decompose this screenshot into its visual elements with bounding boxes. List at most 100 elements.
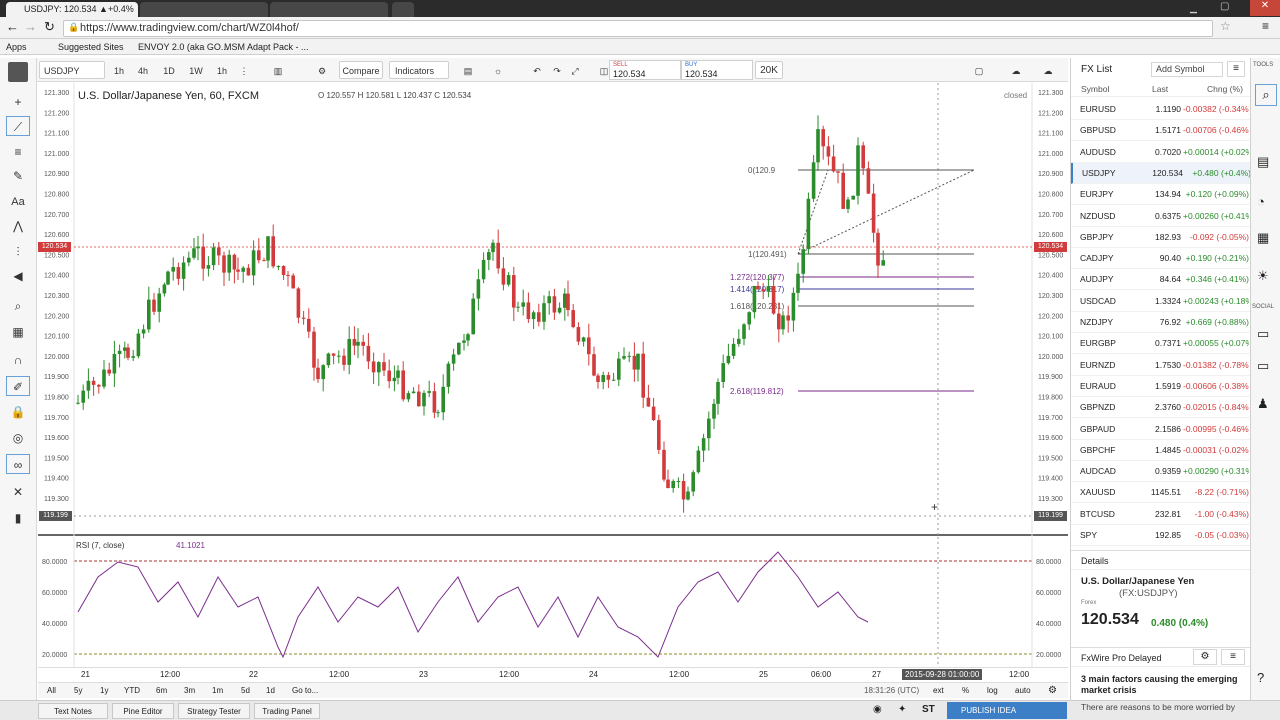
url-input[interactable]: https://www.tradingview.com/chart/WZ0l4h… <box>63 20 1213 37</box>
news-menu-icon[interactable]: ≡ <box>1221 649 1245 665</box>
percent-toggle[interactable]: % <box>962 686 969 695</box>
cloud-load-icon[interactable]: ☁ <box>1037 61 1059 79</box>
list-menu-icon[interactable]: ≡ <box>1227 61 1245 77</box>
reload-icon[interactable]: ↻ <box>44 19 55 35</box>
fx-list-row[interactable]: GBPNZD 2.3760 -0.02015 (-0.84%) <box>1071 397 1250 419</box>
templates-icon[interactable]: ▤ <box>459 61 477 79</box>
range-5d[interactable]: 5d <box>241 686 250 695</box>
fullscreen-icon[interactable]: ⤢ <box>567 61 583 79</box>
cloud-save-icon[interactable]: ☁ <box>1005 61 1027 79</box>
browser-tab[interactable] <box>140 2 268 17</box>
log-toggle[interactable]: log <box>987 686 998 695</box>
range-5y[interactable]: 5y <box>74 686 82 695</box>
range-1y[interactable]: 1y <box>100 686 108 695</box>
time-axis[interactable]: 21 12:00 22 12:00 23 12:00 24 12:00 25 0… <box>38 667 1068 682</box>
publish-idea-button[interactable]: PUBLISH IDEA <box>947 702 1067 719</box>
notifications-icon[interactable]: ♟ <box>1257 396 1269 412</box>
fx-list-row[interactable]: GBPAUD 2.1586 -0.00995 (-0.46%) <box>1071 419 1250 440</box>
stay-drawing-icon[interactable]: ✐ <box>6 376 30 396</box>
chat-icon[interactable]: ▭ <box>1257 326 1269 342</box>
trash-icon[interactable]: ▮ <box>6 508 30 528</box>
window-minimize-icon[interactable]: ▁ <box>1190 3 1197 14</box>
details-header[interactable]: Details <box>1071 550 1250 570</box>
ext-toggle[interactable]: ext <box>933 686 944 695</box>
browser-tab-active[interactable]: USDJPY: 120.534 ▲+0.4% <box>6 2 138 17</box>
alerts-icon[interactable]: ◔ <box>1257 194 1265 209</box>
horizontal-line-icon[interactable]: ≡ <box>6 142 30 162</box>
interval-1h[interactable]: 1h <box>109 61 129 79</box>
gear-icon[interactable]: ⚙ <box>1193 649 1217 665</box>
undo-icon[interactable]: ↶ <box>529 61 545 79</box>
forward-icon[interactable]: → <box>24 19 37 34</box>
bookmark-suggested[interactable]: Suggested Sites <box>58 41 124 53</box>
rsi-pane[interactable]: 80.0000 80.0000 60.0000 60.0000 40.0000 40.00… <box>38 537 1068 667</box>
browser-tab[interactable] <box>270 2 388 17</box>
watchlist-icon[interactable]: ▤ <box>1257 154 1269 170</box>
lock-drawings-icon[interactable]: 🔒 <box>6 402 30 422</box>
goto-button[interactable]: Go to... <box>292 686 318 695</box>
fx-list-row[interactable]: AUDUSD 0.7020 +0.00014 (+0.02%) <box>1071 142 1250 163</box>
sell-button[interactable]: SELL 120.534 <box>609 60 681 80</box>
range-1d[interactable]: 1d <box>266 686 275 695</box>
news-headline[interactable]: 3 main factors causing the emerging mark… <box>1081 674 1246 696</box>
bookmark-star-icon[interactable]: ☆ <box>1220 19 1231 33</box>
fx-list-row[interactable]: AUDJPY 84.64 +0.346 (+0.41%) <box>1071 269 1250 291</box>
avatar[interactable] <box>6 62 30 82</box>
window-maximize-icon[interactable]: ▢ <box>1220 1 1229 12</box>
tab-strategy-tester[interactable]: Strategy Tester <box>178 703 250 719</box>
ideas-icon[interactable]: ▭ <box>1257 358 1269 374</box>
back-icon[interactable]: ← <box>6 19 19 34</box>
brush-icon[interactable]: ✎ <box>6 166 30 186</box>
range-all[interactable]: All <box>47 686 56 695</box>
more-icon[interactable]: ⋮ <box>237 61 251 79</box>
alert-icon[interactable]: ☼ <box>489 61 507 79</box>
sync-icon[interactable]: ∞ <box>6 454 30 474</box>
hide-drawings-icon[interactable]: ◎ <box>6 428 30 448</box>
arrow-icon[interactable]: ◀ <box>6 266 30 286</box>
fx-list-row[interactable]: GBPCHF 1.4845 -0.00031 (-0.02%) <box>1071 440 1250 461</box>
fx-list-row[interactable]: EURJPY 134.94 +0.120 (+0.09%) <box>1071 184 1250 206</box>
crosshair-icon[interactable]: + <box>6 92 30 112</box>
help-icon[interactable]: ? <box>1257 670 1264 685</box>
tab-trading-panel[interactable]: Trading Panel <box>254 703 320 719</box>
gear-icon[interactable]: ⚙ <box>313 61 331 79</box>
interval-1d[interactable]: 1D <box>159 61 179 79</box>
calendar-icon[interactable]: ▦ <box>1257 230 1269 246</box>
price-chart[interactable]: 121.300 121.300 121.200 121.200 121.100 121.1… <box>38 83 1068 536</box>
twitter-icon[interactable]: ✦ <box>898 704 906 715</box>
quantity-stepper[interactable]: 20K <box>755 61 783 79</box>
bookmark-msm[interactable]: MSM Adapt Pack - ... <box>224 41 309 53</box>
symbol-input[interactable]: USDJPY <box>39 61 105 79</box>
fx-list-title[interactable]: FX List <box>1081 64 1112 75</box>
fx-list-row[interactable]: EURNZD 1.7530 -0.01382 (-0.78%) <box>1071 355 1250 376</box>
fx-list-row[interactable]: EURGBP 0.7371 +0.00055 (+0.07%) <box>1071 333 1250 355</box>
fx-list-row[interactable]: SPY 192.85 -0.05 (-0.03%) <box>1071 525 1250 546</box>
pattern-icon[interactable]: ⋀ <box>6 216 30 236</box>
camera-icon[interactable]: ◉ <box>873 704 882 715</box>
fx-list-row[interactable]: USDJPY 120.534 +0.480 (+0.4%) <box>1071 162 1251 184</box>
tab-text-notes[interactable]: Text Notes <box>38 703 108 719</box>
zoom-icon[interactable]: ⌕ <box>6 296 30 316</box>
bookmark-envoy[interactable]: ENVOY 2.0 (aka GO... <box>138 41 228 53</box>
magnet-icon[interactable]: ∩ <box>6 350 30 370</box>
layout-icon[interactable]: ▢ <box>967 61 991 79</box>
fib-icon[interactable]: ⫶ <box>6 242 30 262</box>
buy-button[interactable]: BUY 120.534 <box>681 60 753 80</box>
fx-list-row[interactable]: GBPUSD 1.5171 -0.00706 (-0.46%) <box>1071 120 1250 142</box>
fx-list-row[interactable]: EURUSD 1.1190 -0.00382 (-0.34%) <box>1071 99 1250 120</box>
stocktwits-icon[interactable]: ST <box>922 704 935 715</box>
new-tab-button[interactable] <box>392 2 414 17</box>
fx-list-row[interactable]: CADJPY 90.40 +0.190 (+0.21%) <box>1071 248 1250 270</box>
interval-custom[interactable]: 1h <box>212 61 232 79</box>
redo-icon[interactable]: ↷ <box>549 61 565 79</box>
fx-list-row[interactable]: EURAUD 1.5919 -0.00606 (-0.38%) <box>1071 376 1250 397</box>
text-icon[interactable]: Aa <box>6 192 30 212</box>
trend-line-icon[interactable]: ⟋ <box>6 116 30 136</box>
fx-list-row[interactable]: AUDCAD 0.9359 +0.00290 (+0.31%) <box>1071 461 1250 483</box>
fx-list-row[interactable]: XAUUSD 1145.51 -8.22 (-0.71%) <box>1071 482 1250 504</box>
indicators-button[interactable]: Indicators <box>389 61 449 79</box>
auto-toggle[interactable]: auto <box>1015 686 1031 695</box>
fx-list-row[interactable]: NZDJPY 76.92 +0.669 (+0.88%) <box>1071 312 1250 333</box>
search-icon[interactable]: ⌕ <box>1255 84 1277 106</box>
fx-list-row[interactable]: GBPJPY 182.93 -0.092 (-0.05%) <box>1071 227 1250 248</box>
